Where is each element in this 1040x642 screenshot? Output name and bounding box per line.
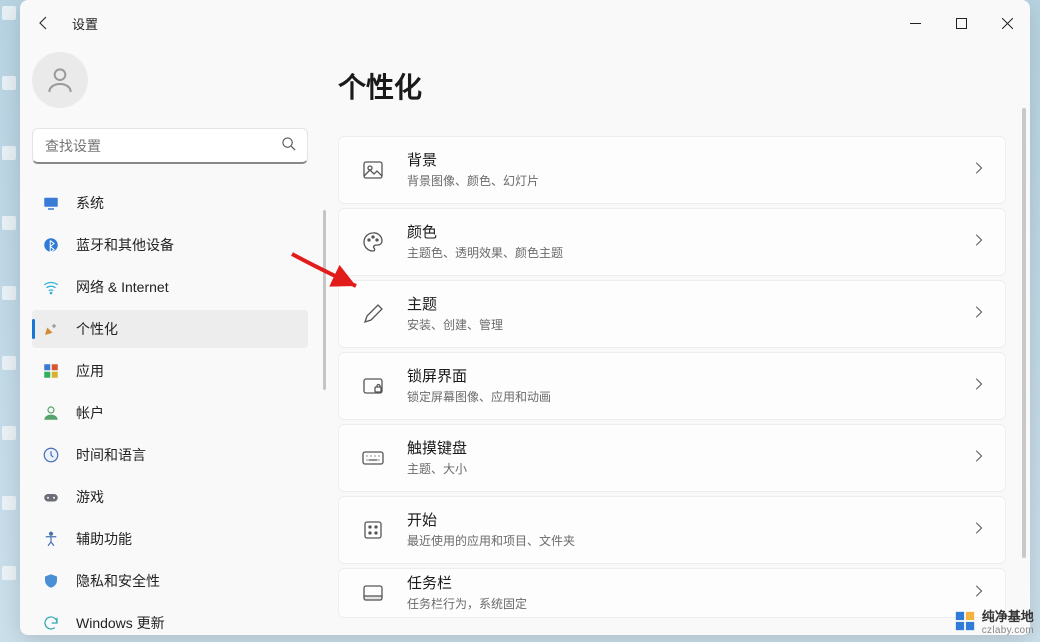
card-title: 颜色 [407,223,971,243]
maximize-button[interactable] [938,8,984,38]
watermark-logo-icon [954,610,976,632]
settings-window: 设置 系统蓝牙和其他设备网络 & Internet 个性化应用帐户时间和语言游戏辅… [20,0,1030,635]
close-button[interactable] [984,8,1030,38]
chevron-right-icon [971,233,985,252]
person-icon [44,64,76,96]
bluetooth-icon [42,236,60,254]
sidebar-item-label: 时间和语言 [76,445,146,465]
accessibility-icon [42,530,60,548]
sidebar-item-label: 帐户 [76,403,104,423]
personalize-icon [42,320,60,338]
sidebar-item-label: 个性化 [76,319,118,339]
privacy-icon [42,572,60,590]
card-title: 触摸键盘 [407,439,971,459]
card-lock[interactable]: 锁屏界面锁定屏幕图像、应用和动画 [338,352,1006,420]
card-start[interactable]: 开始最近使用的应用和项目、文件夹 [338,496,1006,564]
search-icon [281,136,296,156]
sidebar-item-system[interactable]: 系统 [32,184,308,222]
nav: 系统蓝牙和其他设备网络 & Internet 个性化应用帐户时间和语言游戏辅助功能… [32,184,308,635]
sidebar-item-gaming[interactable]: 游戏 [32,478,308,516]
chevron-right-icon [971,449,985,468]
arrow-left-icon [36,15,52,31]
card-keyboard[interactable]: 触摸键盘主题、大小 [338,424,1006,492]
card-taskbar[interactable]: 任务栏任务栏行为，系统固定 [338,568,1006,618]
card-subtitle: 主题、大小 [407,460,971,477]
card-subtitle: 任务栏行为，系统固定 [407,595,971,612]
sidebar-item-personalize[interactable]: 个性化 [32,310,308,348]
chevron-right-icon [971,161,985,180]
palette-icon [359,228,387,256]
picture-icon [359,156,387,184]
sidebar: 系统蓝牙和其他设备网络 & Internet 个性化应用帐户时间和语言游戏辅助功能… [20,46,320,635]
sidebar-item-privacy[interactable]: 隐私和安全性 [32,562,308,600]
card-subtitle: 最近使用的应用和项目、文件夹 [407,532,971,549]
chevron-right-icon [971,305,985,324]
gaming-icon [42,488,60,506]
app-title: 设置 [72,14,98,33]
avatar[interactable] [32,52,88,108]
card-title: 锁屏界面 [407,367,971,387]
card-palette[interactable]: 颜色主题色、透明效果、颜色主题 [338,208,1006,276]
sidebar-item-label: Windows 更新 [76,613,165,633]
lock-icon [359,372,387,400]
minimize-icon [910,18,921,29]
taskbar-icon [359,579,387,607]
sidebar-item-apps[interactable]: 应用 [32,352,308,390]
card-subtitle: 背景图像、颜色、幻灯片 [407,172,971,189]
chevron-right-icon [971,584,985,603]
sidebar-scrollbar[interactable] [323,210,326,390]
card-pen[interactable]: 主题安装、创建、管理 [338,280,1006,348]
sidebar-item-label: 游戏 [76,487,104,507]
watermark: 纯净基地 czlaby.com [954,606,1034,636]
pen-icon [359,300,387,328]
sidebar-item-label: 网络 & Internet [76,277,169,297]
wifi-icon [42,278,60,296]
card-title: 主题 [407,295,971,315]
sidebar-item-label: 隐私和安全性 [76,571,160,591]
sidebar-item-wifi[interactable]: 网络 & Internet [32,268,308,306]
apps-icon [42,362,60,380]
page-title: 个性化 [338,52,1006,136]
sidebar-item-label: 蓝牙和其他设备 [76,235,174,255]
update-icon [42,614,60,632]
sidebar-item-update[interactable]: Windows 更新 [32,604,308,635]
sidebar-item-bluetooth[interactable]: 蓝牙和其他设备 [32,226,308,264]
minimize-button[interactable] [892,8,938,38]
watermark-url: czlaby.com [982,625,1034,636]
card-title: 背景 [407,151,971,171]
sidebar-item-label: 系统 [76,193,104,213]
card-subtitle: 主题色、透明效果、颜色主题 [407,244,971,261]
chevron-right-icon [971,377,985,396]
start-icon [359,516,387,544]
card-subtitle: 锁定屏幕图像、应用和动画 [407,388,971,405]
account-icon [42,404,60,422]
main-panel: 个性化 背景背景图像、颜色、幻灯片颜色主题色、透明效果、颜色主题主题安装、创建、… [320,46,1030,635]
sidebar-item-label: 辅助功能 [76,529,132,549]
sidebar-item-account[interactable]: 帐户 [32,394,308,432]
card-title: 开始 [407,511,971,531]
watermark-brand: 纯净基地 [982,609,1034,624]
system-icon [42,194,60,212]
card-list: 背景背景图像、颜色、幻灯片颜色主题色、透明效果、颜色主题主题安装、创建、管理锁屏… [338,136,1006,618]
sidebar-item-accessibility[interactable]: 辅助功能 [32,520,308,558]
sidebar-item-label: 应用 [76,361,104,381]
maximize-icon [956,18,967,29]
chevron-right-icon [971,521,985,540]
search-input[interactable] [32,128,308,164]
back-button[interactable] [34,13,54,33]
card-picture[interactable]: 背景背景图像、颜色、幻灯片 [338,136,1006,204]
card-subtitle: 安装、创建、管理 [407,316,971,333]
titlebar: 设置 [20,0,1030,46]
close-icon [1002,18,1013,29]
time-icon [42,446,60,464]
main-scrollbar[interactable] [1022,108,1026,558]
keyboard-icon [359,444,387,472]
card-title: 任务栏 [407,574,971,594]
sidebar-item-time[interactable]: 时间和语言 [32,436,308,474]
